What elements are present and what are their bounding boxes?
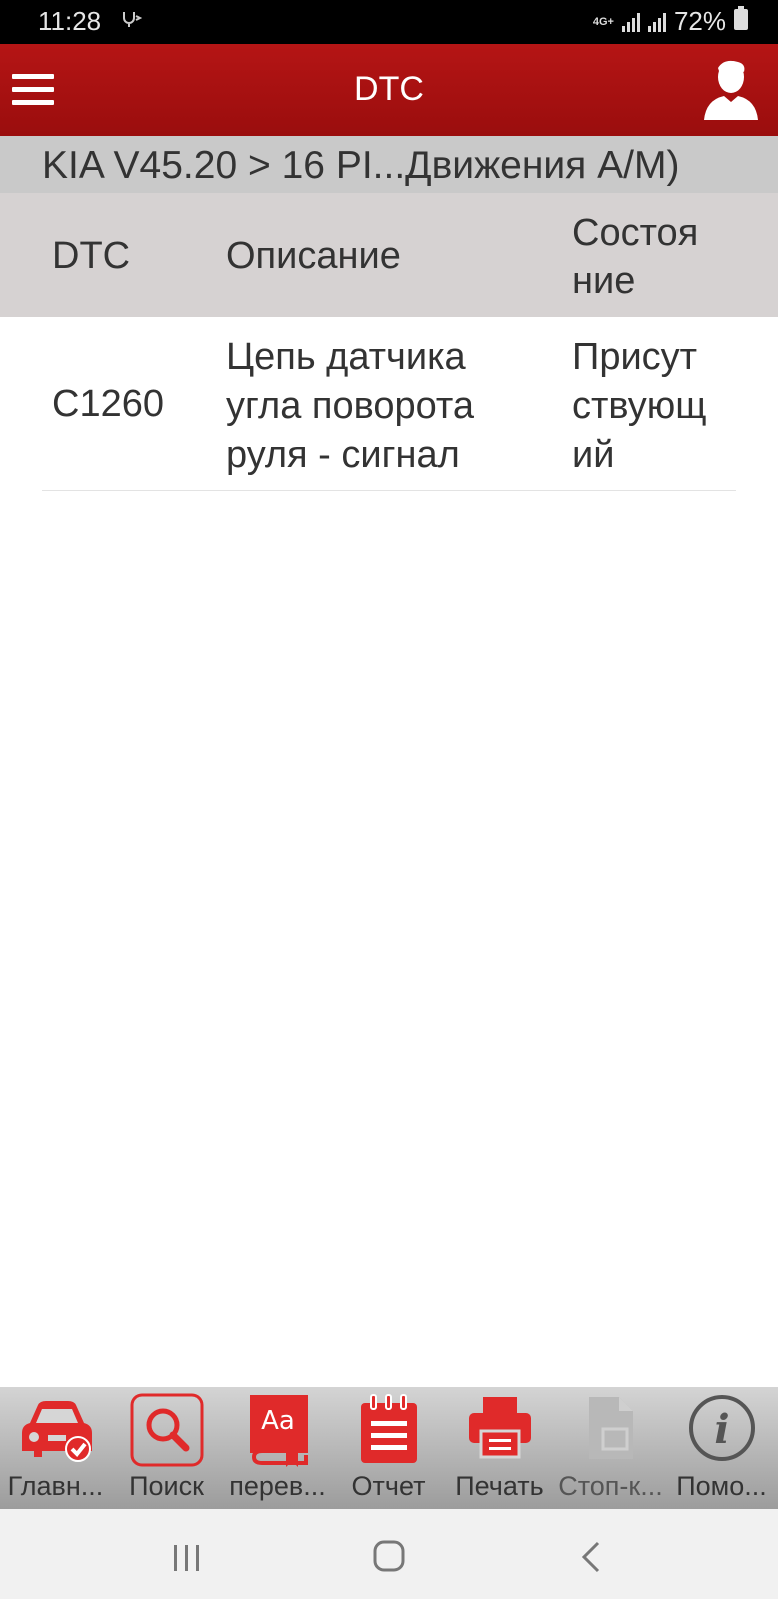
report-notepad-icon bbox=[360, 1394, 417, 1463]
battery-icon bbox=[734, 6, 748, 37]
signal-icon bbox=[621, 12, 640, 32]
freeze-frame-button[interactable]: Стоп-к... bbox=[555, 1387, 666, 1509]
recent-apps-icon[interactable] bbox=[157, 1537, 217, 1577]
printer-icon bbox=[468, 1397, 531, 1459]
system-nav-bar bbox=[0, 1509, 778, 1599]
search-label: Поиск bbox=[129, 1471, 204, 1501]
print-button[interactable]: Печать bbox=[444, 1387, 555, 1509]
search-button[interactable]: Поиск bbox=[111, 1387, 222, 1509]
dtc-code: C1260 bbox=[52, 383, 164, 425]
breadcrumb-text: KIA V45.20 > 16 PI...Движения A/M) bbox=[42, 144, 680, 187]
home-nav-icon[interactable] bbox=[359, 1537, 419, 1577]
translate-button[interactable]: Aa перев... bbox=[222, 1387, 333, 1509]
help-button[interactable]: i Помо... bbox=[666, 1387, 777, 1509]
usb-debug-icon bbox=[120, 10, 143, 35]
column-header-description: Описание bbox=[226, 235, 401, 277]
column-header-status: Состоя ние bbox=[572, 212, 699, 302]
back-icon[interactable] bbox=[562, 1537, 622, 1577]
status-bar: 11:28 4G+ 72% bbox=[0, 0, 778, 44]
battery-percent: 72% bbox=[673, 6, 726, 36]
car-check-icon bbox=[21, 1401, 92, 1462]
translate-label: перев... bbox=[229, 1471, 326, 1501]
search-icon bbox=[130, 1393, 203, 1467]
svg-text:Aa: Aa bbox=[261, 1406, 295, 1436]
svg-text:i: i bbox=[714, 1406, 729, 1453]
table-header: DTC Описание Состоя ние bbox=[0, 193, 778, 317]
freeze-frame-label: Стоп-к... bbox=[558, 1471, 663, 1501]
bottom-toolbar: Главн... Поиск Aa перев... Отчет Печать … bbox=[0, 1387, 778, 1509]
translate-book-icon: Aa bbox=[249, 1395, 308, 1467]
column-header-dtc: DTC bbox=[52, 235, 131, 277]
dtc-status: Присут ствующ ий bbox=[572, 336, 707, 476]
help-label: Помо... bbox=[676, 1471, 767, 1501]
user-profile-icon[interactable] bbox=[702, 58, 760, 122]
print-label: Печать bbox=[455, 1471, 544, 1501]
page-title: DTC bbox=[354, 70, 424, 108]
breadcrumb: KIA V45.20 > 16 PI...Движения A/M) bbox=[0, 136, 778, 193]
home-label: Главн... bbox=[7, 1471, 104, 1501]
report-button[interactable]: Отчет bbox=[333, 1387, 444, 1509]
status-time: 11:28 bbox=[38, 6, 102, 36]
report-label: Отчет bbox=[351, 1471, 426, 1501]
app-bar: DTC bbox=[0, 44, 778, 136]
signal-icon-2 bbox=[647, 12, 666, 32]
home-button[interactable]: Главн... bbox=[0, 1387, 111, 1509]
dtc-description: Цепь датчика угла поворота руля - сигнал bbox=[226, 336, 475, 476]
table-row[interactable]: C1260 Цепь датчика угла поворота руля - … bbox=[42, 317, 736, 491]
network-type: 4G+ bbox=[592, 15, 614, 28]
document-icon bbox=[588, 1397, 633, 1459]
info-icon: i bbox=[688, 1395, 755, 1461]
